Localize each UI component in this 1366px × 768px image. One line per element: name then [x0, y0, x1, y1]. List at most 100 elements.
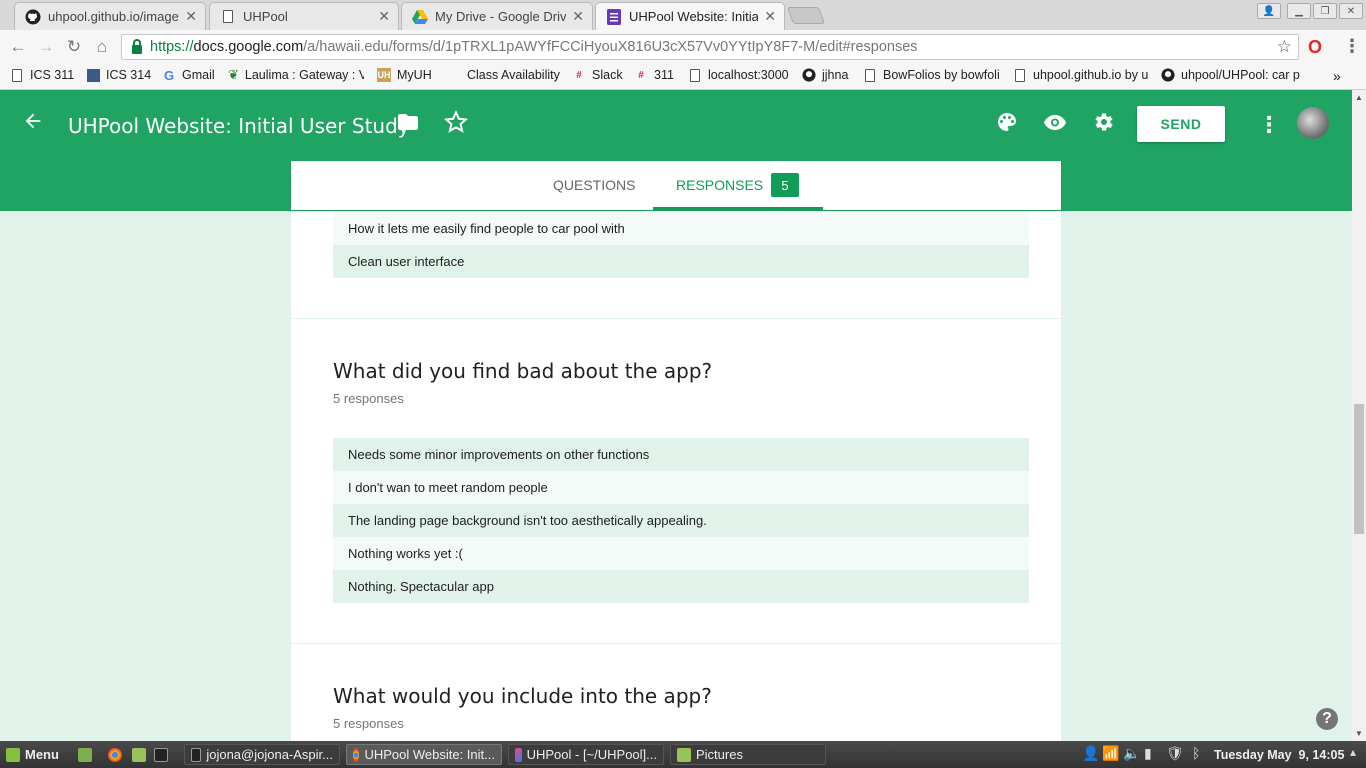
new-tab-button[interactable] [786, 7, 826, 24]
response-item: Nothing works yet :( [333, 537, 1029, 570]
bookmark-ics-311[interactable]: ICS 311 [10, 68, 74, 82]
browser-tab-uhpool-images[interactable]: uhpool.github.io/images ✕ [14, 2, 206, 30]
opera-icon[interactable]: O [1308, 37, 1322, 58]
user-profile-icon[interactable]: 👤 [1257, 3, 1281, 19]
scrollbar-thumb[interactable] [1354, 404, 1364, 534]
volume-icon[interactable]: 🔈 [1123, 745, 1140, 762]
scroll-up-icon[interactable]: ▲ [1355, 93, 1363, 102]
browser-tab-uhpool[interactable]: UHPool ✕ [209, 2, 399, 30]
bookmark-class-availability[interactable]: Class Availability [467, 68, 560, 82]
scroll-down-icon[interactable]: ▼ [1355, 729, 1363, 738]
response-item: I don't wan to meet random people [333, 471, 1029, 504]
browser-tab-google-drive[interactable]: My Drive - Google Drive ✕ [401, 2, 593, 30]
slack-icon: # [638, 69, 644, 81]
bookmark-gmail[interactable]: G Gmail [162, 68, 215, 83]
close-icon[interactable]: ✕ [378, 8, 390, 25]
back-arrow-icon[interactable]: ← [8, 37, 28, 57]
ide-icon [515, 747, 522, 762]
minimize-icon[interactable]: ▁ [1287, 3, 1311, 19]
reload-icon[interactable]: ↻ [64, 37, 84, 57]
chrome-menu-icon[interactable]: ⋮ [1343, 36, 1361, 57]
bookmark-uhpool-io[interactable]: uhpool.github.io by u [1013, 68, 1151, 82]
user-icon[interactable]: 👤 [1082, 745, 1099, 762]
show-desktop-icon[interactable] [78, 744, 92, 765]
response-item: How it lets me easily find people to car… [333, 212, 1029, 245]
bookmark-uhpool-repo[interactable]: uhpool/UHPool: car p [1161, 68, 1303, 82]
help-icon[interactable]: ? [1316, 708, 1338, 730]
palette-icon[interactable] [995, 110, 1019, 140]
terminal-launcher-icon[interactable] [154, 744, 168, 765]
page-icon [220, 9, 236, 25]
leaf-icon: ❦ [228, 68, 239, 82]
browser-tab-uhpool-form[interactable]: UHPool Website: Initial ✕ [595, 2, 785, 30]
folder-icon [677, 747, 691, 762]
gear-icon[interactable] [1091, 110, 1115, 140]
responses-count-badge: 5 [771, 173, 799, 197]
avatar[interactable] [1297, 107, 1329, 139]
eye-preview-icon[interactable] [1043, 110, 1067, 140]
close-icon[interactable]: ✕ [572, 8, 584, 25]
terminal-icon [191, 747, 202, 762]
taskbar-window-pictures[interactable]: Pictures [670, 744, 826, 765]
bookmark-slack[interactable]: # Slack [572, 68, 623, 82]
files-launcher-icon[interactable] [132, 744, 146, 765]
clock[interactable]: Tuesday May 9, 14:05 [1214, 744, 1344, 765]
notifications-icon[interactable]: ▴ [1350, 745, 1356, 759]
close-window-icon[interactable]: ✕ [1339, 3, 1363, 19]
close-icon[interactable]: ✕ [185, 8, 197, 25]
home-icon[interactable]: ⌂ [92, 37, 112, 57]
tab-title: uhpool.github.io/images [48, 9, 180, 24]
bookmark-jjhna[interactable]: jjhna [802, 68, 848, 82]
taskbar-window-ide[interactable]: UHPool - [~/UHPool]... [508, 744, 664, 765]
start-menu-button[interactable]: Menu [6, 744, 59, 765]
uh-icon: UH [377, 68, 391, 82]
form-title[interactable]: UHPool Website: Initial User Study [68, 114, 410, 138]
bookmark-bowfolios[interactable]: BowFolios by bowfoli [863, 68, 1003, 82]
chrome-launcher-icon[interactable] [108, 744, 122, 765]
bookmark-label: uhpool/UHPool: car p [1181, 68, 1300, 82]
shield-icon[interactable]: 🛡 [1166, 745, 1184, 762]
window-label: UHPool - [~/UHPool]... [526, 747, 657, 762]
url-path: /a/hawaii.edu/forms/d/1pTRXL1pAWYfFCCiHy… [303, 39, 918, 55]
close-icon[interactable]: ✕ [764, 8, 776, 25]
send-button[interactable]: SEND [1137, 106, 1225, 142]
question-title: What did you find bad about the app? [333, 359, 713, 383]
bluetooth-icon[interactable]: ᛒ [1192, 745, 1200, 761]
tab-responses[interactable]: RESPONSES [676, 177, 763, 193]
more-options-icon[interactable]: ⋮ [1258, 112, 1280, 138]
active-tab-indicator [653, 207, 823, 210]
page-icon [1013, 68, 1027, 82]
chrome-icon [353, 747, 360, 762]
bookmark-myuh[interactable]: UH MyUH [377, 68, 432, 82]
taskbar-window-chrome[interactable]: UHPool Website: Init... [346, 744, 502, 765]
wifi-icon[interactable]: 📶 [1102, 745, 1119, 762]
response-count: 5 responses [333, 391, 404, 406]
question-card-bad: What did you find bad about the app? 5 r… [291, 319, 1061, 643]
slack-icon: # [576, 69, 582, 81]
response-item: Needs some minor improvements on other f… [333, 438, 1029, 471]
star-icon[interactable] [443, 110, 469, 140]
forward-arrow-icon[interactable]: → [36, 37, 56, 57]
bookmark-localhost[interactable]: localhost:3000 [688, 68, 789, 82]
browser-tab-strip: uhpool.github.io/images ✕ UHPool ✕ My Dr… [0, 0, 1366, 30]
bookmarks-overflow-button[interactable]: » [1333, 68, 1341, 84]
bookmark-ics-314[interactable]: ICS 314 [86, 68, 151, 82]
bookmark-311[interactable]: #311 [634, 68, 674, 82]
tab-questions[interactable]: QUESTIONS [553, 177, 635, 193]
address-bar[interactable]: https:// docs.google.com /a/hawaii.edu/f… [121, 34, 1299, 60]
taskbar-window-terminal[interactable]: jojona@jojona-Aspir... [184, 744, 340, 765]
response-item: Nothing. Spectacular app [333, 570, 1029, 603]
folder-icon[interactable] [396, 110, 420, 140]
browser-toolbar: ← → ↻ ⌂ https:// docs.google.com /a/hawa… [0, 30, 1366, 64]
maximize-icon[interactable]: ❐ [1313, 3, 1337, 19]
bookmark-laulima[interactable]: ❦ Laulima : Gateway : V [228, 68, 364, 82]
page-icon [863, 68, 877, 82]
bookmark-star-icon[interactable]: ☆ [1277, 37, 1292, 57]
bookmark-label: BowFolios by bowfoli [883, 68, 1000, 82]
window-label: jojona@jojona-Aspir... [206, 747, 333, 762]
url-scheme: https:// [150, 39, 194, 55]
page-scrollbar[interactable]: ▲ ▼ [1352, 90, 1366, 741]
battery-icon[interactable]: ▮ [1144, 745, 1152, 762]
bookmark-label: Slack [592, 68, 623, 82]
back-arrow-icon[interactable] [22, 110, 44, 139]
